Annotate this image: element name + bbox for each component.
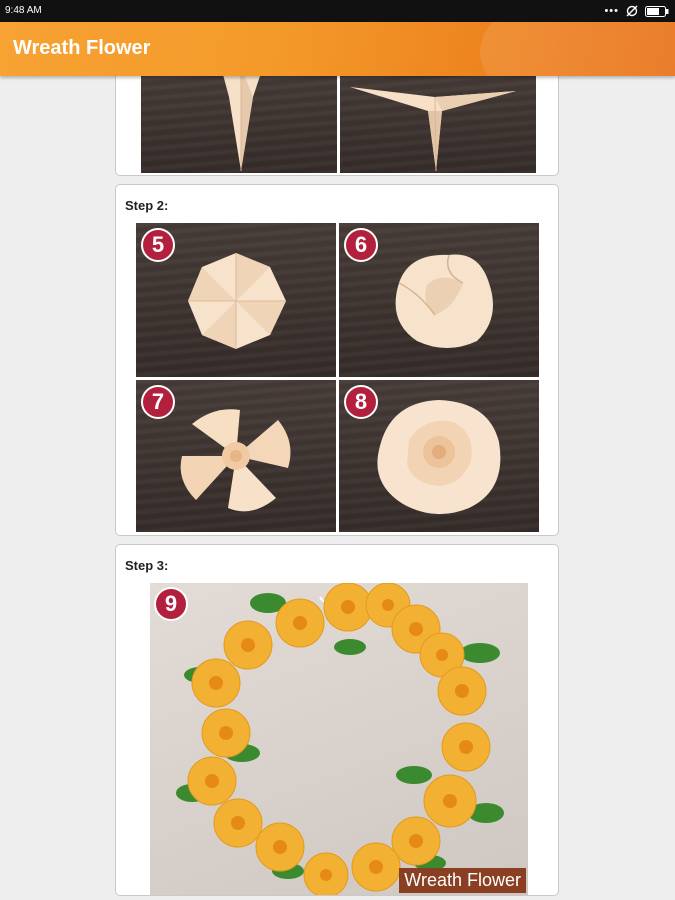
battery-icon	[645, 5, 669, 17]
step-2-photo-5: 5	[136, 223, 336, 377]
status-bar: 9:48 AM •••	[0, 0, 675, 22]
step-1-card	[115, 76, 559, 176]
step-1-photo-right	[340, 76, 536, 173]
content-scroll-area[interactable]: Step 2: 5 6 7 8 Step 3: 9 Wreath Flower	[0, 76, 675, 900]
step-badge-9: 9	[154, 587, 188, 621]
app-title: Wreath Flower	[13, 37, 151, 59]
step-2-card: Step 2: 5 6 7 8	[115, 184, 559, 536]
step-3-photo-wreath: 9 Wreath Flower	[150, 583, 528, 895]
step-2-photo-8: 8	[339, 380, 539, 532]
app-bar: Wreath Flower	[0, 22, 675, 76]
more-notifications-icon: •••	[604, 5, 619, 17]
step-3-card: Step 3: 9 Wreath Flower	[115, 544, 559, 896]
step-2-label: Step 2:	[125, 198, 169, 213]
sync-off-icon	[626, 5, 638, 17]
app-bar-highlight	[480, 22, 675, 76]
step-badge-5: 5	[141, 228, 175, 262]
step-1-photo-left	[141, 76, 337, 173]
step-2-photo-7: 7	[136, 380, 336, 532]
step-badge-8: 8	[344, 385, 378, 419]
status-icons: •••	[604, 3, 669, 19]
flower-wreath	[176, 583, 504, 895]
step-badge-6: 6	[344, 228, 378, 262]
step-3-label: Step 3:	[125, 558, 169, 573]
folded-paper-star	[350, 87, 516, 172]
step-2-photo-6: 6	[339, 223, 539, 377]
wreath-caption: Wreath Flower	[399, 868, 526, 893]
status-time: 9:48 AM	[5, 5, 42, 16]
step-badge-7: 7	[141, 385, 175, 419]
folded-paper-diamond	[223, 76, 260, 171]
